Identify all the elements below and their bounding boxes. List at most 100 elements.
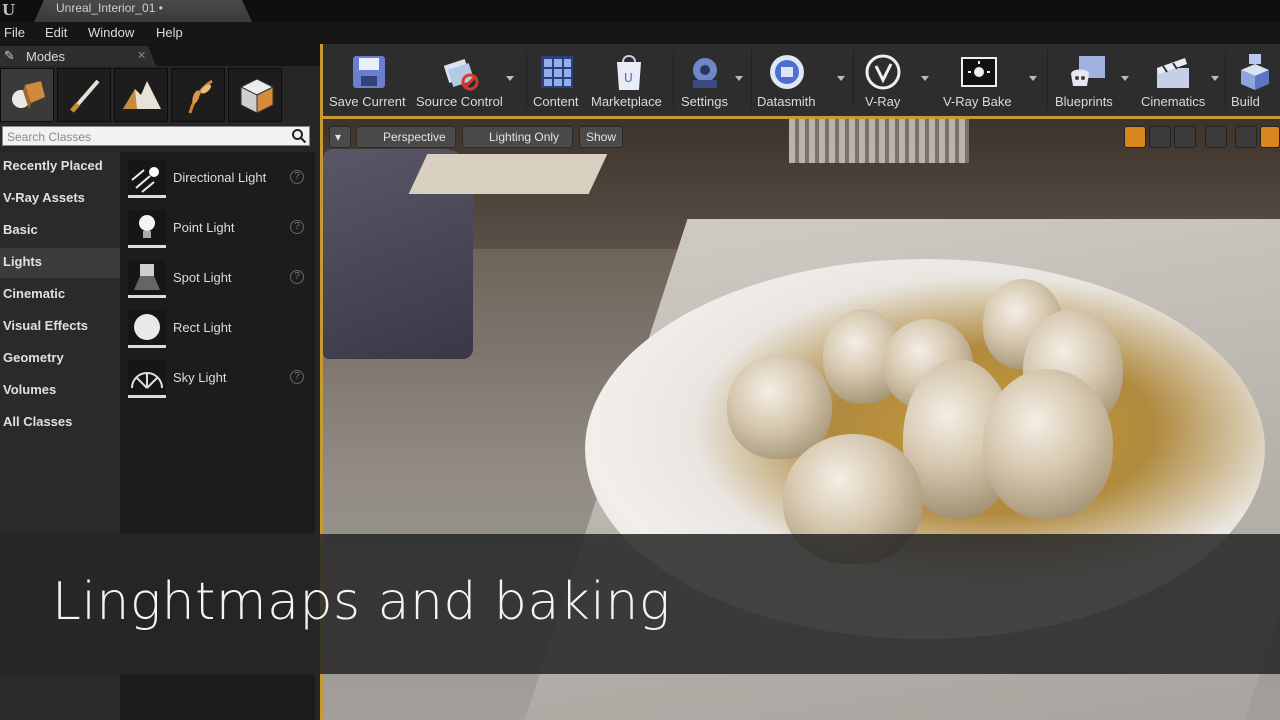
source-control-button[interactable]: Source Control xyxy=(416,48,516,112)
foliage-mode-button[interactable] xyxy=(171,68,225,122)
show-button[interactable]: Show xyxy=(579,126,623,148)
help-icon[interactable]: ? xyxy=(290,270,304,284)
marketplace-button[interactable]: U Marketplace xyxy=(591,48,667,112)
help-icon[interactable]: ? xyxy=(290,220,304,234)
toolbar-divider xyxy=(751,50,752,108)
category-cinematic[interactable]: Cinematic xyxy=(0,280,120,310)
blueprints-button[interactable]: Blueprints xyxy=(1055,48,1131,112)
translate-icon[interactable] xyxy=(1124,126,1146,148)
chevron-down-icon[interactable] xyxy=(921,76,929,81)
list-item-directional-light[interactable]: Directional Light ? xyxy=(120,154,315,204)
toolbar-label: Settings xyxy=(681,94,728,109)
chevron-down-icon[interactable] xyxy=(506,76,514,81)
category-recently-placed[interactable]: Recently Placed xyxy=(0,152,120,182)
search-classes-input[interactable]: Search Classes xyxy=(2,126,310,146)
scene-side-table xyxy=(408,154,608,194)
menu-edit[interactable]: Edit xyxy=(45,25,67,40)
toolbar-label: Cinematics xyxy=(1141,94,1206,109)
datasmith-icon xyxy=(770,55,804,89)
category-geometry[interactable]: Geometry xyxy=(0,344,120,374)
scale-icon[interactable] xyxy=(1174,126,1196,148)
view-mode-button[interactable]: Lighting Only xyxy=(462,126,573,148)
foliage-mode-icon xyxy=(188,79,213,114)
toolbar-label: Save Current xyxy=(329,94,406,109)
chevron-down-icon[interactable] xyxy=(1029,76,1037,81)
save-current-button[interactable]: Save Current xyxy=(329,48,411,112)
cinematics-button[interactable]: Cinematics xyxy=(1141,48,1219,112)
build-icon xyxy=(1241,54,1269,90)
landscape-mode-button[interactable] xyxy=(114,68,168,122)
scene-pear xyxy=(983,369,1113,519)
search-placeholder: Search Classes xyxy=(7,130,92,144)
document-tab[interactable]: Unreal_Interior_01 • xyxy=(34,0,252,22)
settings-button[interactable]: Settings xyxy=(681,48,747,112)
scene-radiator xyxy=(789,119,969,163)
document-tab-title: Unreal_Interior_01 • xyxy=(56,1,163,15)
content-button[interactable]: Content xyxy=(533,48,581,112)
perspective-button[interactable]: Perspective xyxy=(356,126,456,148)
help-icon[interactable]: ? xyxy=(290,370,304,384)
toolbar-divider xyxy=(853,50,854,108)
toolbar-divider xyxy=(673,50,674,108)
paint-mode-button[interactable] xyxy=(57,68,111,122)
category-visual-effects[interactable]: Visual Effects xyxy=(0,312,120,342)
list-item-rect-light[interactable]: Rect Light xyxy=(120,304,315,354)
modes-icon: ✎ xyxy=(4,48,15,63)
chevron-down-icon[interactable] xyxy=(1121,76,1129,81)
chevron-down-icon[interactable] xyxy=(837,76,845,81)
surface-snapping-icon[interactable] xyxy=(1235,126,1257,148)
toolbar-label: Source Control xyxy=(416,94,503,109)
list-item-sky-light[interactable]: Sky Light ? xyxy=(120,354,315,404)
settings-icon xyxy=(693,58,717,88)
category-volumes[interactable]: Volumes xyxy=(0,376,120,406)
category-basic[interactable]: Basic xyxy=(0,216,120,246)
place-mode-button[interactable] xyxy=(0,68,54,122)
toolbar-label: V-Ray Bake xyxy=(943,94,1012,109)
world-local-icon[interactable] xyxy=(1205,126,1227,148)
vray-icon xyxy=(865,54,901,90)
menu-help[interactable]: Help xyxy=(156,25,183,40)
toolbar-label: Blueprints xyxy=(1055,94,1113,109)
viewport-menu-button[interactable]: ▾ xyxy=(329,126,351,148)
menu-file[interactable]: File xyxy=(4,25,25,40)
toolbar-label: Content xyxy=(533,94,579,109)
modes-tab[interactable]: ✎ Modes ✕ xyxy=(0,46,156,66)
grid-snap-icon[interactable] xyxy=(1260,126,1280,148)
geometry-mode-icon xyxy=(239,78,275,114)
toolbar-divider xyxy=(1225,50,1226,108)
rotate-icon[interactable] xyxy=(1149,126,1171,148)
vray-button[interactable]: V-Ray xyxy=(861,48,931,112)
item-label: Sky Light xyxy=(173,370,227,385)
item-label: Rect Light xyxy=(173,320,232,335)
datasmith-button[interactable]: Datasmith xyxy=(757,48,847,112)
save-icon xyxy=(353,56,385,88)
category-all-classes[interactable]: All Classes xyxy=(0,408,120,438)
perspective-label: Perspective xyxy=(383,130,446,144)
directional-light-icon xyxy=(128,160,166,198)
main-toolbar: Save Current Source Control Content U Ma… xyxy=(320,44,1280,116)
toolbar-label: V-Ray xyxy=(865,94,901,109)
chevron-down-icon[interactable] xyxy=(735,76,743,81)
modes-tab-bar: ✎ Modes ✕ xyxy=(0,44,320,66)
blueprints-icon xyxy=(1071,56,1105,86)
spot-light-icon xyxy=(128,260,166,298)
menu-window[interactable]: Window xyxy=(88,25,134,40)
geometry-mode-button[interactable] xyxy=(228,68,282,122)
help-icon[interactable]: ? xyxy=(290,170,304,184)
caption-banner: Linghtmaps and baking xyxy=(0,534,1280,674)
item-label: Directional Light xyxy=(173,170,267,185)
chevron-down-icon[interactable] xyxy=(1211,76,1219,81)
toolbar-label: Build xyxy=(1231,94,1260,109)
list-item-spot-light[interactable]: Spot Light ? xyxy=(120,254,315,304)
build-button[interactable]: Build xyxy=(1229,48,1279,112)
point-light-icon xyxy=(128,210,166,248)
caption-text: Linghtmaps and baking xyxy=(52,572,671,632)
item-label: Point Light xyxy=(173,220,235,235)
list-item-point-light[interactable]: Point Light ? xyxy=(120,204,315,254)
category-lights[interactable]: Lights xyxy=(0,248,120,278)
close-icon[interactable]: ✕ xyxy=(137,49,146,62)
toolbar-divider xyxy=(1047,50,1048,108)
vray-bake-button[interactable]: V-Ray Bake xyxy=(941,48,1039,112)
vray-bake-icon xyxy=(961,57,997,87)
category-vray-assets[interactable]: V-Ray Assets xyxy=(0,184,120,214)
